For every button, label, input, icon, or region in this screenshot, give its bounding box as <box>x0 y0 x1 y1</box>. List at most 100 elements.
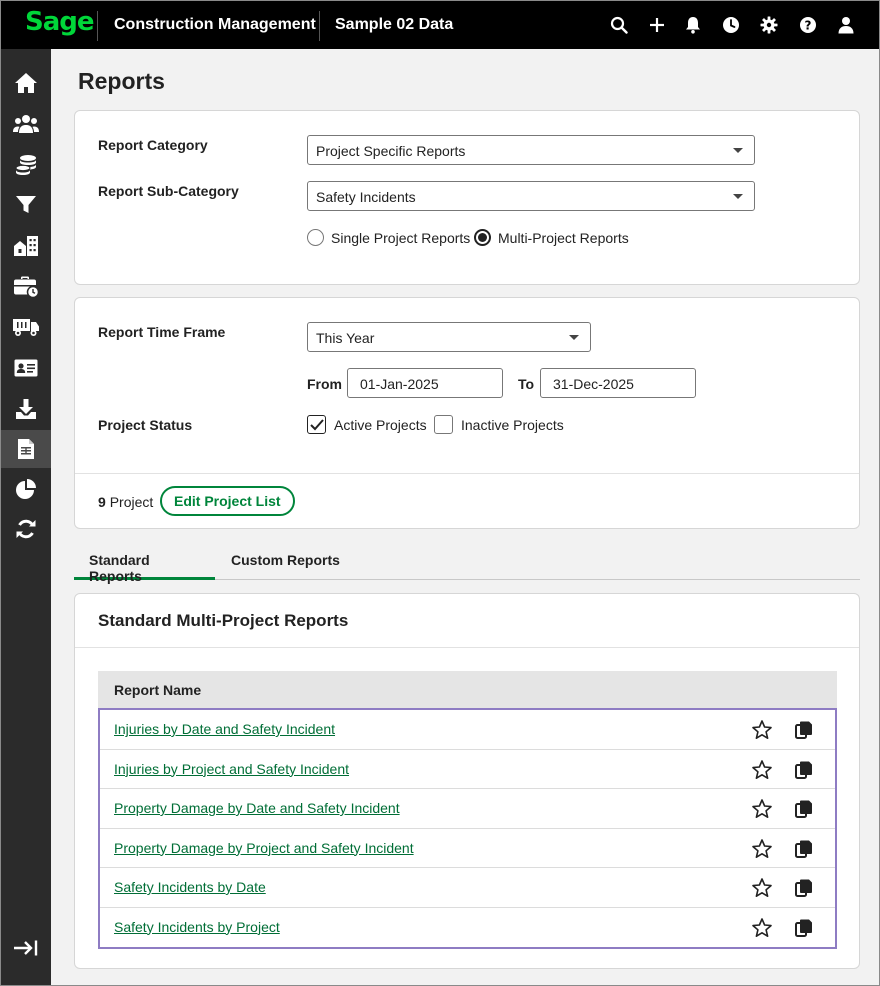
checkbox-box-checked <box>307 415 326 434</box>
from-date-label: From <box>307 376 342 392</box>
nav-people[interactable] <box>1 105 51 143</box>
table-row: Safety Incidents by Date <box>100 868 835 908</box>
nav-home[interactable] <box>1 64 51 102</box>
copy-icon[interactable] <box>793 719 815 741</box>
app-window: Sage Construction Management Sample 02 D… <box>0 0 880 986</box>
sage-logo[interactable]: Sage <box>25 7 95 37</box>
main-content: Reports Report Category Project Specific… <box>51 49 879 985</box>
top-bar: Sage Construction Management Sample 02 D… <box>1 1 879 49</box>
inactive-projects-label: Inactive Projects <box>461 416 564 433</box>
people-icon <box>13 115 39 133</box>
company-name[interactable]: Sample 02 Data <box>335 16 453 34</box>
nav-projects[interactable] <box>1 227 51 265</box>
nav-timesheets[interactable] <box>1 268 51 306</box>
report-category-card: Report Category Project Specific Reports… <box>74 110 860 285</box>
page-title: Reports <box>78 68 165 94</box>
gear-icon[interactable] <box>757 13 781 37</box>
nav-reports[interactable] <box>1 430 51 468</box>
star-icon[interactable] <box>751 838 773 860</box>
project-count: 9 Project <box>98 494 153 510</box>
nav-equipment[interactable] <box>1 308 51 346</box>
report-subcategory-label: Report Sub-Category <box>98 183 239 199</box>
clock-icon[interactable] <box>719 13 743 37</box>
to-date-input[interactable]: 31-Dec-2025 <box>540 368 696 398</box>
single-project-radio[interactable]: Single Project Reports <box>307 229 470 246</box>
reports-card: Standard Multi-Project Reports Report Na… <box>74 593 860 969</box>
nav-download[interactable] <box>1 390 51 428</box>
buildings-icon <box>14 236 38 256</box>
radio-circle <box>307 229 324 246</box>
home-icon <box>15 73 37 93</box>
search-icon[interactable] <box>607 13 631 37</box>
report-tabs: Standard Reports Custom Reports <box>74 542 860 584</box>
report-link[interactable]: Safety Incidents by Date <box>114 879 266 895</box>
id-card-icon <box>14 359 38 377</box>
app-name[interactable]: Construction Management <box>114 16 316 34</box>
collapse-sidebar-button[interactable] <box>1 929 51 967</box>
column-header-report-name[interactable]: Report Name <box>98 671 837 708</box>
project-status-label: Project Status <box>98 417 193 433</box>
copy-icon[interactable] <box>793 838 815 860</box>
nav-analytics[interactable] <box>1 470 51 508</box>
header-divider <box>319 11 320 41</box>
plus-icon[interactable] <box>645 13 669 37</box>
reports-table-body: Injuries by Date and Safety Incident Inju… <box>98 708 837 949</box>
tab-standard-reports[interactable]: Standard Reports <box>74 542 215 584</box>
chevron-down-icon <box>733 148 743 153</box>
chevron-down-icon <box>733 194 743 199</box>
multi-project-radio-label: Multi-Project Reports <box>498 229 629 246</box>
truck-icon <box>13 319 39 336</box>
report-link[interactable]: Injuries by Date and Safety Incident <box>114 721 335 737</box>
multi-project-radio[interactable]: Multi-Project Reports <box>474 229 629 246</box>
bell-icon[interactable] <box>681 13 705 37</box>
table-row: Property Damage by Date and Safety Incid… <box>100 789 835 829</box>
report-link[interactable]: Safety Incidents by Project <box>114 919 280 935</box>
nav-contacts[interactable] <box>1 349 51 387</box>
report-icon <box>18 439 34 459</box>
checkmark-icon <box>309 418 324 430</box>
project-count-number: 9 <box>98 494 106 510</box>
table-row: Safety Incidents by Project <box>100 908 835 948</box>
copy-icon[interactable] <box>793 798 815 820</box>
star-icon[interactable] <box>751 719 773 741</box>
nav-financials[interactable] <box>1 146 51 184</box>
reports-section-title: Standard Multi-Project Reports <box>98 611 349 630</box>
copy-icon[interactable] <box>793 759 815 781</box>
project-count-suffix: Project <box>109 494 154 510</box>
copy-icon[interactable] <box>793 877 815 899</box>
briefcase-clock-icon <box>14 276 39 298</box>
star-icon[interactable] <box>751 877 773 899</box>
user-icon[interactable] <box>834 13 858 37</box>
report-category-select[interactable]: Project Specific Reports <box>307 135 755 165</box>
report-timeframe-label: Report Time Frame <box>98 324 226 340</box>
report-link[interactable]: Property Damage by Date and Safety Incid… <box>114 800 400 816</box>
coins-icon <box>15 155 36 175</box>
nav-sync[interactable] <box>1 510 51 548</box>
sidebar <box>1 49 51 985</box>
nav-filter[interactable] <box>1 186 51 224</box>
star-icon[interactable] <box>751 798 773 820</box>
reports-table: Report Name Injuries by Date and Safety … <box>98 671 837 949</box>
filter-icon <box>16 196 36 213</box>
help-icon[interactable]: ? <box>796 13 820 37</box>
checkbox-box <box>434 415 453 434</box>
copy-icon[interactable] <box>793 917 815 939</box>
report-timeframe-value: This Year <box>316 330 375 346</box>
from-date-input[interactable]: 01-Jan-2025 <box>347 368 503 398</box>
star-icon[interactable] <box>751 917 773 939</box>
active-projects-checkbox[interactable]: Active Projects <box>307 415 427 434</box>
edit-project-list-button[interactable]: Edit Project List <box>160 486 295 516</box>
table-row: Property Damage by Project and Safety In… <box>100 829 835 868</box>
report-subcategory-select[interactable]: Safety Incidents <box>307 181 755 211</box>
radio-circle-selected <box>474 229 491 246</box>
star-icon[interactable] <box>751 759 773 781</box>
tab-custom-reports[interactable]: Custom Reports <box>216 542 355 580</box>
report-timeframe-select[interactable]: This Year <box>307 322 591 352</box>
report-link[interactable]: Injuries by Project and Safety Incident <box>114 761 349 777</box>
header-divider <box>97 11 98 41</box>
report-subcategory-value: Safety Incidents <box>316 189 416 205</box>
refresh-icon <box>16 519 36 539</box>
table-row: Injuries by Project and Safety Incident <box>100 750 835 789</box>
inactive-projects-checkbox[interactable]: Inactive Projects <box>434 415 564 434</box>
report-link[interactable]: Property Damage by Project and Safety In… <box>114 840 414 856</box>
